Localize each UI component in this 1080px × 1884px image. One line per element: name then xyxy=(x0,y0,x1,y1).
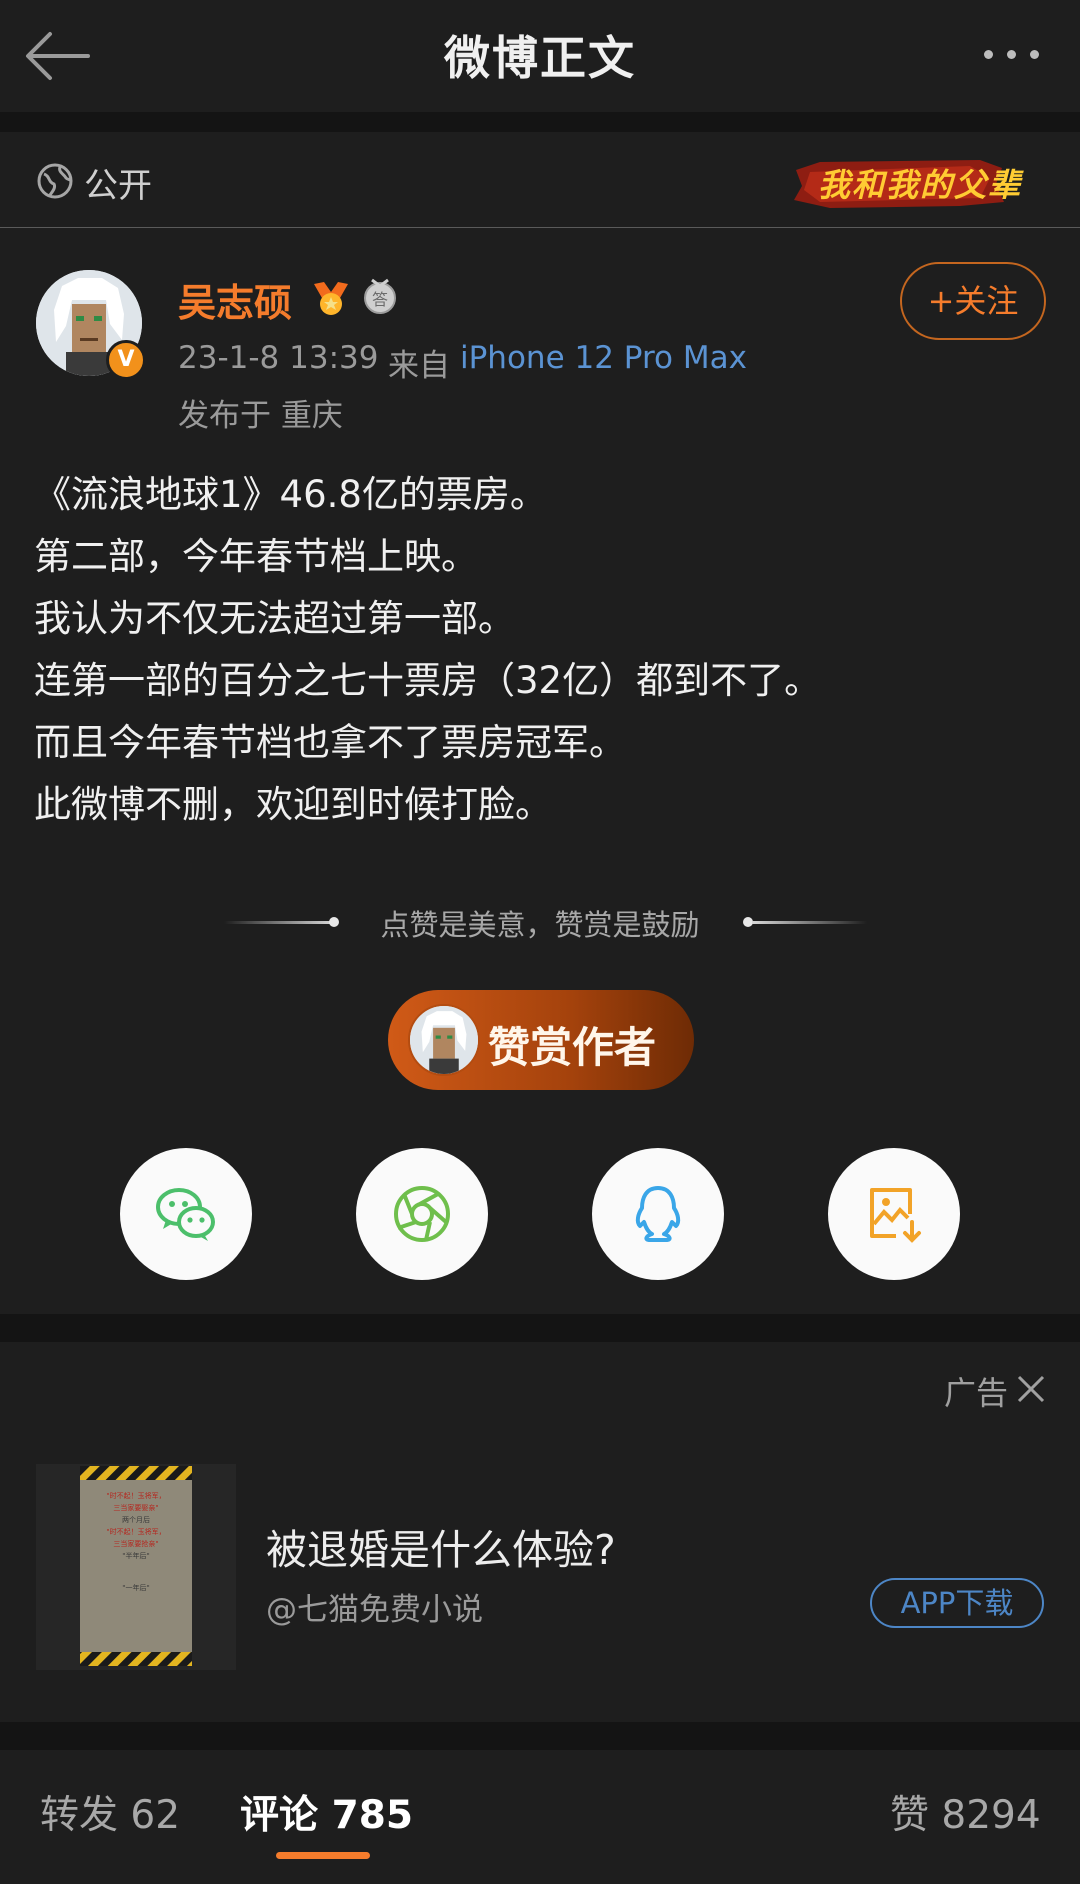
post-content: 《流浪地球1》46.8亿的票房。 第二部，今年春节档上映。 我认为不仅无法超过第… xyxy=(34,464,1054,836)
ad-title[interactable]: 被退婚是什么体验? xyxy=(266,1516,616,1576)
post-device[interactable]: iPhone 12 Pro Max xyxy=(460,340,747,376)
close-icon[interactable] xyxy=(1016,1374,1046,1404)
post-source-label: 来自 xyxy=(388,348,450,384)
svg-text:答: 答 xyxy=(372,290,388,309)
ad-poster-image: "时不起！玉将军， 三当家要娶亲" 两个月后 "时不起！玉将军， 三当家要抢亲"… xyxy=(80,1466,192,1666)
wechat-icon xyxy=(156,1188,215,1241)
share-qq-button[interactable] xyxy=(592,1148,724,1280)
ad-tag: 广告 xyxy=(944,1374,1009,1412)
save-image-icon xyxy=(870,1188,921,1243)
post-line: 《流浪地球1》46.8亿的票房。 xyxy=(34,473,547,516)
campaign-banner-text: 我和我的父辈 xyxy=(818,166,1023,204)
section-divider xyxy=(0,112,1080,132)
globe-icon xyxy=(36,162,74,200)
reward-avatar xyxy=(408,1004,480,1076)
follow-button[interactable]: +关注 xyxy=(900,262,1046,340)
qq-icon xyxy=(635,1186,681,1242)
page-title: 微博正文 xyxy=(444,31,636,85)
save-image-button[interactable] xyxy=(828,1148,960,1280)
post-line: 第二部，今年春节档上映。 xyxy=(34,535,478,578)
poster-line: "一年后" xyxy=(122,1584,150,1592)
medal-icon[interactable] xyxy=(310,276,352,318)
poster-line: 三当家要娶亲" xyxy=(113,1504,159,1512)
more-dots-icon xyxy=(984,50,993,59)
divider-line xyxy=(752,921,867,924)
share-moments-button[interactable] xyxy=(356,1148,488,1280)
share-wechat-button[interactable] xyxy=(120,1148,252,1280)
tab-repost[interactable]: 转发 62 xyxy=(40,1784,180,1840)
poster-line: "半年后" xyxy=(122,1552,150,1560)
more-dot xyxy=(1030,50,1039,59)
verified-badge: V xyxy=(106,340,146,380)
poster-line: "时不起！玉将军， xyxy=(106,1528,166,1536)
post-location: 发布于 重庆 xyxy=(178,398,343,434)
moments-icon xyxy=(394,1186,450,1242)
post-line: 而且今年春节档也拿不了票房冠军。 xyxy=(34,721,626,764)
tab-like[interactable]: 赞 8294 xyxy=(890,1784,1041,1840)
tab-comment[interactable]: 评论 785 xyxy=(240,1784,413,1840)
active-tab-indicator xyxy=(276,1852,370,1859)
post-line: 连第一部的百分之七十票房（32亿）都到不了。 xyxy=(34,659,822,702)
section-divider xyxy=(0,1722,1080,1750)
poster-line: 两个月后 xyxy=(122,1516,150,1524)
more-button[interactable] xyxy=(984,44,1052,62)
app-download-button[interactable]: APP下载 xyxy=(870,1578,1044,1628)
section-divider xyxy=(0,1314,1080,1342)
author-name[interactable]: 吴志硕 xyxy=(178,272,292,327)
answer-badge-icon[interactable]: 答 xyxy=(362,276,398,316)
ad-poster-text: "时不起！玉将军， 三当家要娶亲" 两个月后 "时不起！玉将军， 三当家要抢亲"… xyxy=(88,1490,184,1594)
reward-hint: 点赞是美意，赞赏是鼓励 xyxy=(380,908,700,942)
poster-line: 三当家要抢亲" xyxy=(113,1540,159,1548)
post-line: 我认为不仅无法超过第一部。 xyxy=(34,597,515,640)
reward-button-label: 赞赏作者 xyxy=(488,1023,657,1072)
post-line: 此微博不删，欢迎到时候打脸。 xyxy=(34,783,552,826)
more-dot xyxy=(1007,50,1016,59)
ad-source: @七猫免费小说 xyxy=(266,1592,483,1628)
visibility-label: 公开 xyxy=(84,166,152,206)
poster-line: "时不起！玉将军， xyxy=(106,1492,166,1500)
post-timestamp: 23-1-8 13:39 xyxy=(178,340,379,376)
